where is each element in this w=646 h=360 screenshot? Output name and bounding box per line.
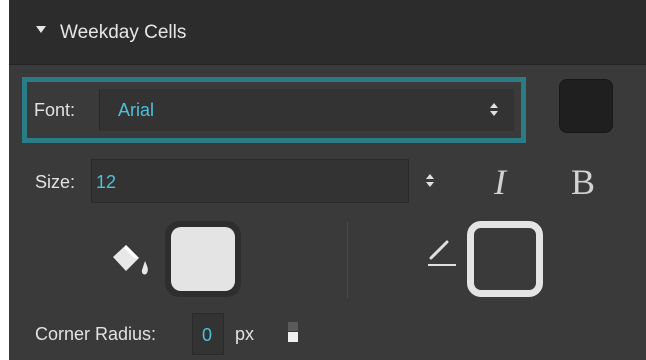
corner-radius-value: 0: [202, 325, 213, 345]
fill-color-value: [171, 227, 235, 291]
corner-radius-slider[interactable]: [288, 322, 298, 342]
section-header[interactable]: Weekday Cells: [9, 0, 646, 65]
corner-radius-input[interactable]: 0: [192, 313, 224, 355]
size-value: 12: [96, 172, 117, 192]
bold-button[interactable]: B: [571, 162, 595, 202]
corner-radius-label: Corner Radius:: [35, 324, 157, 344]
pen-icon: [428, 240, 456, 266]
corner-radius-unit: px: [235, 324, 255, 344]
size-input[interactable]: 12: [91, 159, 409, 203]
divider: [347, 222, 348, 298]
size-stepper-icon[interactable]: [426, 174, 434, 188]
font-color-swatch[interactable]: [559, 79, 613, 133]
italic-button[interactable]: I: [494, 162, 506, 202]
border-color-swatch[interactable]: [467, 221, 543, 297]
collapse-caret-icon[interactable]: [36, 26, 46, 33]
font-select[interactable]: Arial: [99, 89, 514, 131]
weekday-cells-panel: Weekday Cells Font: Arial Size: 12 I B C…: [9, 0, 646, 360]
font-field: Font: Arial: [22, 77, 526, 143]
font-select-updown-icon: [490, 103, 498, 117]
font-label: Font:: [34, 100, 76, 120]
paint-bucket-icon: [113, 245, 148, 275]
font-value: Arial: [118, 100, 155, 120]
section-title: Weekday Cells: [60, 22, 187, 43]
fill-color-swatch[interactable]: [165, 221, 241, 297]
size-label: Size:: [35, 172, 76, 192]
